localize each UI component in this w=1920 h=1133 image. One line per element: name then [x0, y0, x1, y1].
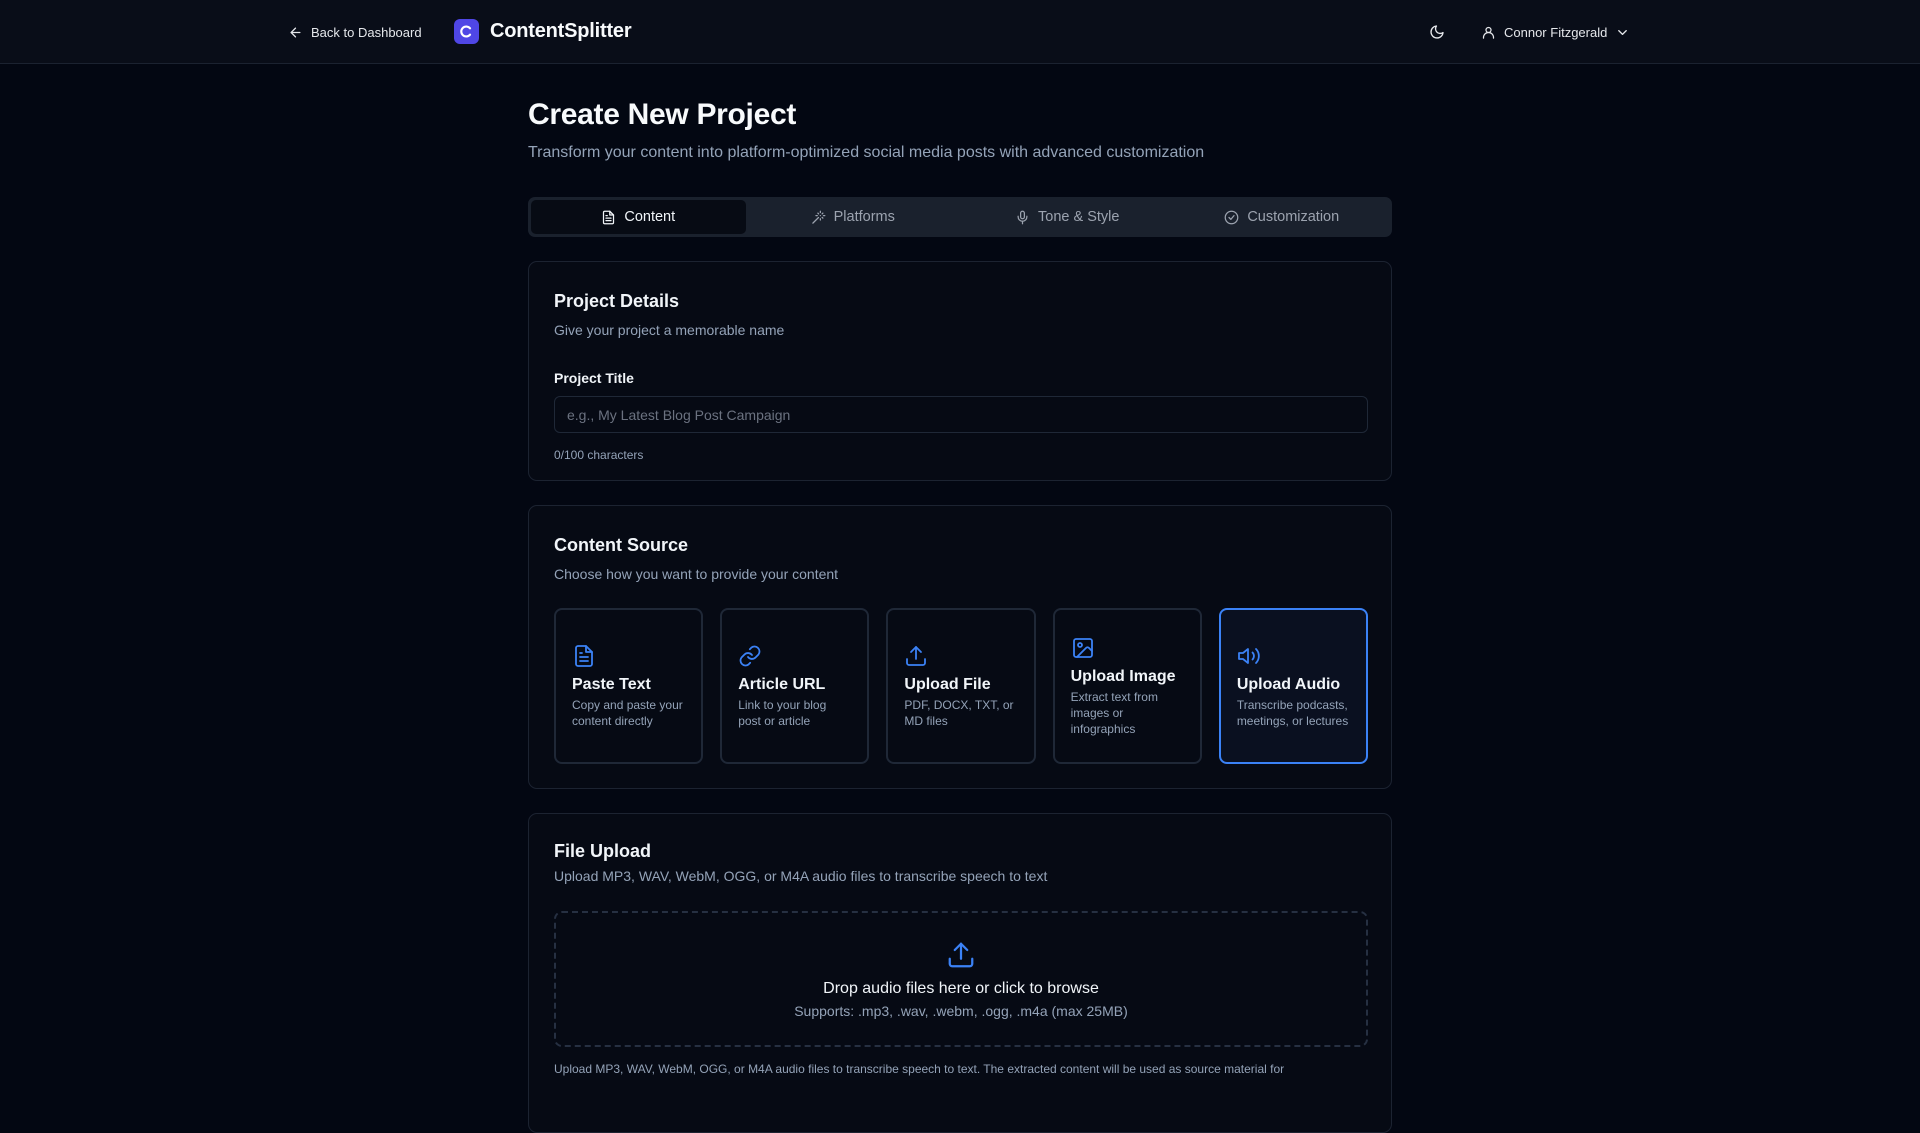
project-tabs: Content Platforms Tone & Style Customiza… — [528, 197, 1392, 237]
card-title: Content Source — [554, 535, 689, 555]
option-title: Upload Audio — [1236, 675, 1341, 693]
wand-icon — [811, 210, 825, 224]
page-subtitle: Transform your content into platform-opt… — [528, 144, 1205, 161]
source-option-paste-text[interactable]: Paste Text Copy and paste your content d… — [554, 608, 704, 764]
option-title: Upload Image — [1070, 667, 1176, 685]
tab-content[interactable]: Content — [531, 200, 746, 234]
back-to-dashboard-link[interactable]: Back to Dashboard — [288, 22, 422, 42]
option-description: PDF, DOCX, TXT, or MD files — [904, 697, 1014, 728]
chevron-down-icon — [1618, 29, 1628, 35]
tab-label: Content — [624, 209, 676, 225]
option-description: Extract text from images or infographics — [1070, 689, 1158, 736]
tab-label: Tone & Style — [1038, 209, 1120, 225]
theme-toggle-button[interactable] — [1427, 22, 1447, 42]
brand[interactable]: ContentSplitter — [454, 19, 632, 44]
user-icon — [1482, 26, 1495, 39]
back-to-dashboard-label: Back to Dashboard — [311, 24, 422, 40]
tab-customization[interactable]: Customization — [1175, 200, 1390, 234]
option-description: Transcribe podcasts, meetings, or lectur… — [1236, 697, 1349, 728]
brand-logo-icon — [454, 19, 479, 44]
option-description: Link to your blog post or article — [738, 697, 827, 728]
document-icon — [572, 644, 596, 668]
link-icon — [738, 644, 762, 668]
project-title-input[interactable] — [554, 396, 1368, 433]
dropzone-supported-formats: Supports: .mp3, .wav, .webm, .ogg, .m4a … — [794, 1002, 1128, 1019]
source-option-upload-image[interactable]: Upload Image Extract text from images or… — [1052, 608, 1202, 764]
source-option-upload-audio[interactable]: Upload Audio Transcribe podcasts, meetin… — [1218, 608, 1369, 764]
card-title: File Upload — [554, 841, 652, 861]
file-upload-card: File Upload Upload MP3, WAV, WebM, OGG, … — [528, 813, 1392, 1133]
dropzone-title: Drop audio files here or click to browse — [823, 979, 1099, 997]
tab-platforms[interactable]: Platforms — [746, 200, 961, 234]
source-option-article-url[interactable]: Article URL Link to your blog post or ar… — [720, 608, 870, 764]
tab-label: Customization — [1247, 209, 1340, 225]
content-source-options: Paste Text Copy and paste your content d… — [554, 608, 1369, 764]
card-title: Project Details — [554, 291, 680, 311]
user-menu-button[interactable]: Connor Fitzgerald — [1481, 22, 1630, 42]
user-name: Connor Fitzgerald — [1504, 24, 1608, 40]
option-description: Copy and paste your content directly — [572, 697, 683, 728]
document-icon — [603, 210, 615, 224]
image-icon — [1071, 636, 1095, 660]
top-navigation-bar: Back to Dashboard ContentSplitter Connor… — [0, 0, 1920, 64]
moon-icon — [1430, 25, 1444, 39]
option-title: Paste Text — [572, 675, 651, 693]
option-title: Article URL — [738, 675, 826, 693]
source-option-upload-file[interactable]: Upload File PDF, DOCX, TXT, or MD files — [886, 608, 1036, 764]
arrow-left-icon — [290, 27, 301, 37]
check-circle-icon — [1224, 210, 1239, 224]
card-description: Choose how you want to provide your cont… — [554, 566, 839, 582]
upload-icon — [948, 942, 974, 967]
upload-icon — [904, 644, 928, 668]
page-title: Create New Project — [528, 98, 797, 131]
option-title: Upload File — [904, 675, 991, 693]
upload-help-text: Upload MP3, WAV, WebM, OGG, or M4A audio… — [554, 1062, 1285, 1076]
microphone-icon — [1017, 210, 1028, 224]
character-count: 0/100 characters — [554, 448, 644, 462]
card-description: Give your project a memorable name — [554, 322, 785, 338]
brand-name: ContentSplitter — [490, 20, 632, 42]
content-source-card: Content Source Choose how you want to pr… — [528, 505, 1392, 789]
audio-dropzone[interactable]: Drop audio files here or click to browse… — [554, 911, 1368, 1047]
tab-label: Platforms — [833, 209, 895, 225]
project-title-label: Project Title — [554, 370, 634, 386]
project-details-card: Project Details Give your project a memo… — [528, 261, 1392, 481]
speaker-icon — [1237, 644, 1261, 668]
tab-tone-style[interactable]: Tone & Style — [960, 200, 1175, 234]
card-description: Upload MP3, WAV, WebM, OGG, or M4A audio… — [554, 868, 1048, 884]
